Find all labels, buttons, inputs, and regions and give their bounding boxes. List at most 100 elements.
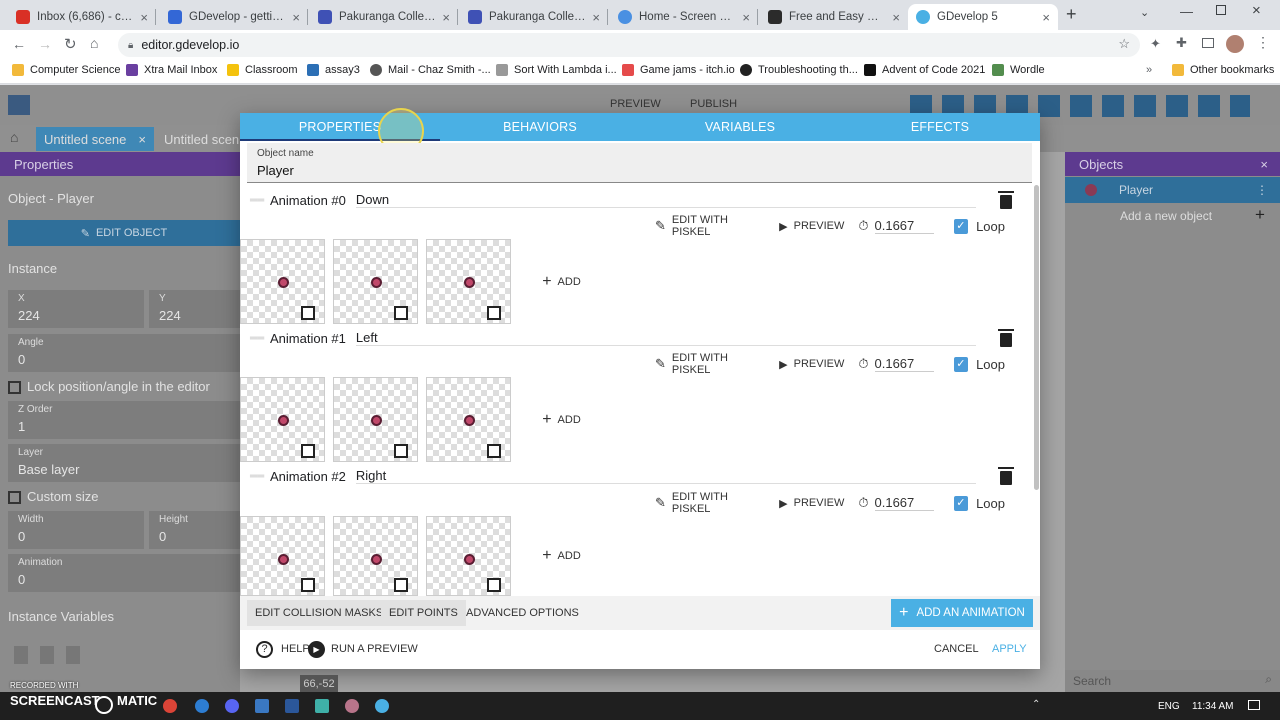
app-icon[interactable] [315,699,329,713]
url-bar[interactable]: 🔒︎ editor.gdevelop.io ☆ [118,33,1140,57]
z-order-field[interactable]: Z Order 1 [8,401,240,439]
edit-with-piskel-button[interactable]: EDIT WITH PISKEL [672,352,765,376]
sprite-frame[interactable] [240,516,325,596]
height-field[interactable]: Height 0 [149,511,240,549]
language-indicator[interactable]: ENG [1158,701,1180,712]
close-icon[interactable]: × [140,10,148,25]
tab-variables[interactable]: VARIABLES [640,113,840,141]
close-icon[interactable]: × [442,10,450,25]
sprite-frame[interactable] [240,239,325,324]
bookmark-item[interactable]: Computer Science [12,64,121,76]
animation-name-input[interactable]: Down [355,192,976,208]
home-icon[interactable]: ⌂ [10,129,18,145]
object-name-field[interactable]: Object name Player [247,143,1032,183]
speed-input[interactable]: 0.1667 [874,495,934,511]
bookmark-item[interactable]: Wordle [992,64,1045,76]
reload-icon[interactable]: ↻ [64,35,77,53]
sprite-frame[interactable] [426,239,511,324]
browser-tab-3[interactable]: Pakuranga College Di× [310,4,458,30]
add-animation-button[interactable]: + ADD AN ANIMATION [891,599,1033,627]
search-input[interactable]: Search ⌕ [1065,670,1280,692]
bookmark-item[interactable]: Classroom [227,64,298,76]
frame-checkbox[interactable] [394,306,408,320]
app-icon[interactable] [195,699,209,713]
home-icon[interactable]: ⌂ [90,35,98,51]
add-frame-button[interactable]: + ADD [520,377,603,462]
browser-tab-4[interactable]: Pakuranga College Di× [460,4,608,30]
preview-button[interactable]: PREVIEW [794,497,845,509]
apply-button[interactable]: APPLY [984,636,1035,662]
tab-search-icon[interactable]: ⌄ [1140,6,1149,19]
edit-points-button[interactable]: EDIT POINTS [381,600,466,626]
browser-tab-5[interactable]: Home - Screen Recor× [610,4,758,30]
animation-field[interactable]: Animation 0 [8,554,240,592]
notifications-icon[interactable] [1248,700,1260,710]
advanced-options-button[interactable]: ADVANCED OPTIONS [458,600,587,626]
puzzle-icon[interactable]: ✚ [1176,35,1187,51]
loop-checkbox[interactable]: ✓ [953,356,969,372]
preview-button[interactable]: PREVIEW [794,220,845,232]
bookmark-item[interactable]: Xtra Mail Inbox [126,64,217,76]
sidebar-icon[interactable] [1202,38,1214,48]
add-object-link[interactable]: Add a new object [1120,209,1212,223]
more-bookmarks-icon[interactable]: » [1146,64,1152,76]
chrome-icon[interactable] [163,699,177,713]
drag-handle-icon[interactable]: ══ [250,471,264,482]
app-icon[interactable] [345,699,359,713]
scene-tab[interactable]: Untitled scen [156,127,247,151]
bookmark-item[interactable]: Troubleshooting th... [740,64,858,76]
preview-button[interactable]: PREVIEW [610,98,661,110]
run-preview-button[interactable]: ▶ RUN A PREVIEW [300,636,426,662]
frame-checkbox[interactable] [301,306,315,320]
avatar[interactable] [1226,35,1244,53]
frame-checkbox[interactable] [394,578,408,592]
edit-with-piskel-button[interactable]: EDIT WITH PISKEL [672,214,765,238]
more-icon[interactable]: ⋮ [1256,183,1268,197]
edit-collision-masks-button[interactable]: EDIT COLLISION MASKS [247,600,392,626]
browser-tab-6[interactable]: Free and Easy Game-× [760,4,908,30]
animation-name-input[interactable]: Right [355,468,976,484]
close-icon[interactable]: × [1042,10,1050,25]
sprite-frame[interactable] [426,516,511,596]
add-frame-button[interactable]: + ADD [520,516,603,596]
width-field[interactable]: Width 0 [8,511,144,549]
angle-field[interactable]: Angle 0 [8,334,240,372]
x-field[interactable]: X 224 [8,290,144,328]
tab-effects[interactable]: EFFECTS [840,113,1040,141]
drag-handle-icon[interactable]: ══ [250,333,264,344]
tab-behaviors[interactable]: BEHAVIORS [440,113,640,141]
y-field[interactable]: Y 224 [149,290,240,328]
cancel-button[interactable]: CANCEL [926,636,987,662]
clock[interactable]: 11:34 AM [1192,701,1234,712]
object-list-item[interactable]: Player ⋮ [1065,177,1280,203]
star-icon[interactable]: ☆ [1118,36,1130,52]
close-window-button[interactable]: × [1252,2,1261,19]
variable-actions-icons[interactable] [14,646,80,664]
discord-icon[interactable] [225,699,239,713]
frame-checkbox[interactable] [487,444,501,458]
sprite-frame[interactable] [333,516,418,596]
scrollbar[interactable] [1034,185,1039,490]
bookmark-item[interactable]: Mail - Chaz Smith -... [370,64,491,76]
bookmark-item[interactable]: Advent of Code 2021 [864,64,985,76]
close-icon[interactable]: × [138,132,146,147]
browser-tab-2[interactable]: GDevelop - getting st × [160,4,308,30]
drag-handle-icon[interactable]: ══ [250,195,264,206]
close-icon[interactable]: × [1260,157,1268,172]
minimize-button[interactable]: — [1180,4,1193,19]
delete-animation-icon[interactable] [998,467,1014,485]
loop-checkbox[interactable]: ✓ [953,218,969,234]
add-frame-button[interactable]: + ADD [520,239,603,324]
close-icon[interactable]: × [742,10,750,25]
gdevelop-taskbar-icon[interactable] [375,699,389,713]
bookmark-item[interactable]: assay3 [307,64,360,76]
other-bookmarks[interactable]: Other bookmarks [1172,64,1274,76]
maximize-button[interactable] [1216,5,1226,15]
sprite-frame[interactable] [333,239,418,324]
delete-animation-icon[interactable] [998,191,1014,209]
sprite-frame[interactable] [240,377,325,462]
project-manager-icon[interactable] [8,95,30,115]
speed-input[interactable]: 0.1667 [874,356,934,372]
browser-tab-1[interactable]: Inbox (6,686) - chazki× [8,4,156,30]
forward-icon[interactable]: → [38,36,52,52]
